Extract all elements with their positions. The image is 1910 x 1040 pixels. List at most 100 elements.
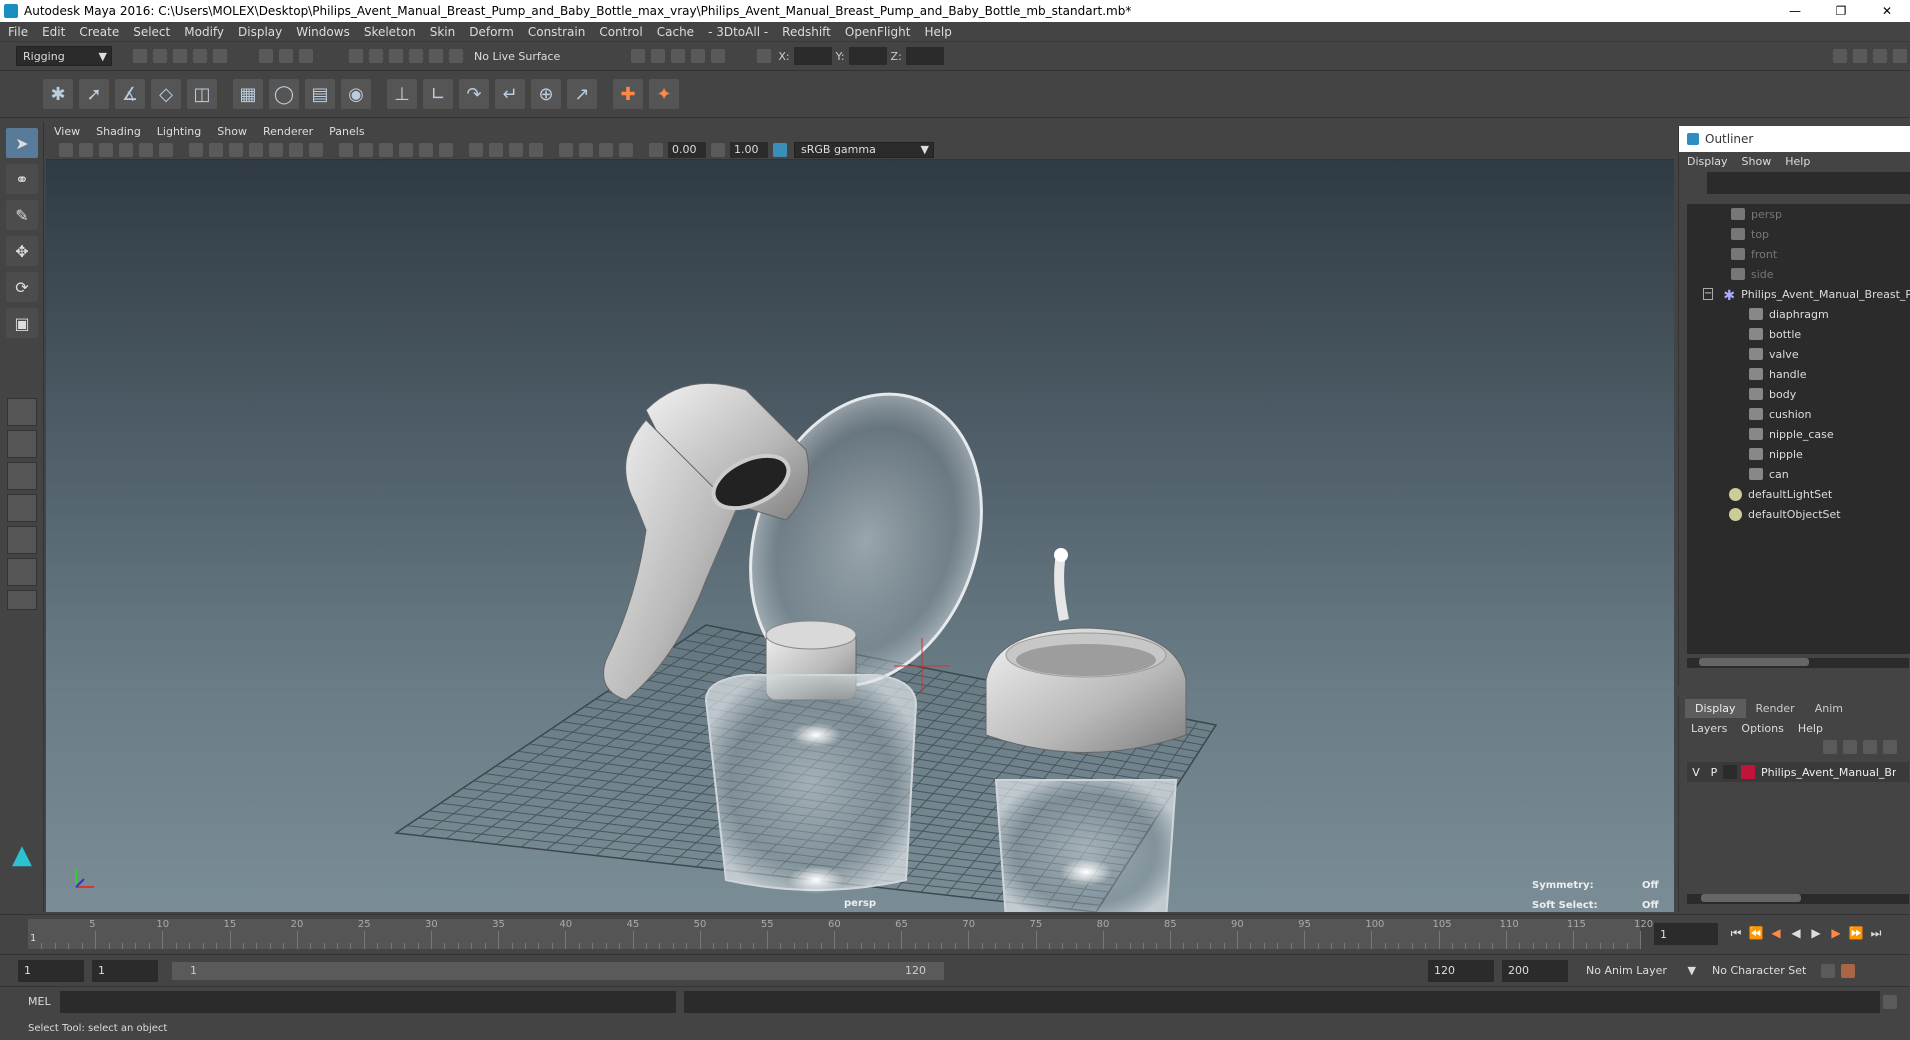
gamma-field[interactable]: 1.00 xyxy=(730,141,768,158)
current-frame-field[interactable]: 1 xyxy=(1654,923,1718,945)
xray-components-icon[interactable] xyxy=(619,142,633,157)
playback-start-field[interactable]: 1 xyxy=(92,959,158,982)
ik-handle-icon[interactable]: ➚ xyxy=(79,79,109,109)
play-forward-icon[interactable]: ▶ xyxy=(1806,923,1826,943)
layer-h-scrollbar[interactable] xyxy=(1687,894,1909,904)
outliner-menu-display[interactable]: Display xyxy=(1687,155,1728,168)
layout-outliner-persp-icon[interactable] xyxy=(7,526,37,554)
layer-menu-layers[interactable]: Layers xyxy=(1691,722,1727,735)
orient-constraint-icon[interactable]: ↵ xyxy=(495,79,525,109)
render-view-icon[interactable] xyxy=(631,49,646,63)
layout-two-side-icon[interactable] xyxy=(7,462,37,490)
play-backward-icon[interactable]: ◀ xyxy=(1786,923,1806,943)
save-scene-icon[interactable] xyxy=(173,49,187,63)
list-item[interactable]: front xyxy=(1687,244,1910,264)
snap-point-icon[interactable] xyxy=(389,49,403,63)
character-set-dropdown[interactable]: No Character Set xyxy=(1706,960,1818,981)
field-chart-icon[interactable] xyxy=(269,142,283,157)
redo-icon[interactable] xyxy=(213,49,227,63)
exposure-icon[interactable] xyxy=(649,142,663,157)
wireframe-on-shaded-icon[interactable] xyxy=(379,142,393,157)
collapse-icon[interactable]: − xyxy=(1703,288,1714,300)
ambient-occlusion-icon[interactable] xyxy=(469,142,483,157)
menu-create[interactable]: Create xyxy=(79,25,119,39)
menu-windows[interactable]: Windows xyxy=(296,25,350,39)
make-live-icon[interactable] xyxy=(449,49,463,63)
select-object-icon[interactable] xyxy=(279,49,293,63)
layout-two-stacked-icon[interactable] xyxy=(7,494,37,522)
step-back-frame-icon[interactable]: ◀ xyxy=(1766,923,1786,943)
motion-blur-icon[interactable] xyxy=(489,142,503,157)
cluster-icon[interactable]: ◯ xyxy=(269,79,299,109)
hypershade-icon[interactable] xyxy=(711,49,726,63)
anim-layer-dropdown[interactable]: No Anim Layer ▼ xyxy=(1580,960,1698,981)
sculpt-deformer-icon[interactable]: ◉ xyxy=(341,79,371,109)
time-slider[interactable]: 1 5 10 15 20 25 30 35 40 45 50 55 60 65 70 75 80 85 90 95 1… xyxy=(0,914,1910,954)
layout-graph-icon[interactable] xyxy=(7,558,37,586)
color-management-icon[interactable] xyxy=(773,142,787,157)
ipr-render-icon[interactable] xyxy=(671,49,686,63)
film-gate-icon[interactable] xyxy=(209,142,223,157)
list-item[interactable]: can xyxy=(1687,464,1910,484)
viewport-menu-view[interactable]: View xyxy=(54,125,80,138)
safe-action-icon[interactable] xyxy=(289,142,303,157)
depth-of-field-icon[interactable] xyxy=(529,142,543,157)
open-scene-icon[interactable] xyxy=(153,49,167,63)
wrap-deformer-icon[interactable]: ▤ xyxy=(305,79,335,109)
list-item[interactable]: − ✱ Philips_Avent_Manual_Breast_Pu xyxy=(1687,284,1910,304)
rotate-tool-icon[interactable]: ⟳ xyxy=(6,272,38,302)
tab-anim[interactable]: Anim xyxy=(1805,699,1853,718)
move-layer-up-icon[interactable] xyxy=(1823,740,1837,754)
resolution-gate-icon[interactable] xyxy=(229,142,243,157)
bind-skin-icon[interactable]: ⊥ xyxy=(387,79,417,109)
outliner-menu-show[interactable]: Show xyxy=(1742,155,1772,168)
parent-constraint-icon[interactable]: ∟ xyxy=(423,79,453,109)
menu-file[interactable]: File xyxy=(8,25,28,39)
list-item[interactable]: handle xyxy=(1687,364,1910,384)
layout-four-icon[interactable] xyxy=(7,430,37,458)
lasso-tool-icon[interactable]: ⚭ xyxy=(6,164,38,194)
list-item[interactable]: cushion xyxy=(1687,404,1910,424)
grid-toggle-icon[interactable] xyxy=(189,142,203,157)
step-back-key-icon[interactable]: ⏪ xyxy=(1746,923,1766,943)
z-field[interactable] xyxy=(905,47,944,65)
undo-icon[interactable] xyxy=(193,49,207,63)
close-button[interactable]: ✕ xyxy=(1864,0,1910,22)
maya-home-icon[interactable]: ▲ xyxy=(6,840,38,870)
list-item[interactable]: diaphragm xyxy=(1687,304,1910,324)
pole-vector-icon[interactable]: ↗ xyxy=(567,79,597,109)
new-layer-icon[interactable] xyxy=(1863,740,1877,754)
list-item[interactable]: persp xyxy=(1687,204,1910,224)
menuset-dropdown[interactable]: Rigging ▼ xyxy=(16,46,112,66)
snap-grid-icon[interactable] xyxy=(349,49,363,63)
menu-skeleton[interactable]: Skeleton xyxy=(364,25,416,39)
list-item[interactable]: top xyxy=(1687,224,1910,244)
list-item[interactable]: defaultLightSet xyxy=(1687,484,1910,504)
textured-icon[interactable] xyxy=(399,142,413,157)
list-item[interactable]: nipple xyxy=(1687,444,1910,464)
gamma-icon[interactable] xyxy=(711,142,725,157)
layer-color-swatch[interactable] xyxy=(1741,765,1755,779)
new-scene-icon[interactable] xyxy=(133,49,147,63)
menu-openflight[interactable]: OpenFlight xyxy=(845,25,911,39)
layout-custom-icon[interactable] xyxy=(7,590,37,610)
layer-menu-help[interactable]: Help xyxy=(1798,722,1823,735)
isolate-select-icon[interactable] xyxy=(559,142,573,157)
auto-key-icon[interactable] xyxy=(1821,963,1835,978)
camera-select-icon[interactable] xyxy=(59,142,73,157)
x-field[interactable] xyxy=(793,47,832,65)
menu-modify[interactable]: Modify xyxy=(184,25,224,39)
layer-type-toggle[interactable] xyxy=(1723,765,1737,779)
smooth-shade-icon[interactable] xyxy=(359,142,373,157)
mel-label[interactable]: MEL xyxy=(0,995,60,1008)
lattice-icon[interactable]: ▦ xyxy=(233,79,263,109)
safe-title-icon[interactable] xyxy=(309,142,323,157)
select-hierarchy-icon[interactable] xyxy=(259,49,273,63)
step-forward-key-icon[interactable]: ⏩ xyxy=(1846,923,1866,943)
step-forward-frame-icon[interactable]: ▶ xyxy=(1826,923,1846,943)
menu-control[interactable]: Control xyxy=(599,25,642,39)
tab-display[interactable]: Display xyxy=(1685,699,1746,718)
outliner-h-scrollbar[interactable] xyxy=(1687,658,1909,668)
move-layer-down-icon[interactable] xyxy=(1843,740,1857,754)
go-to-end-icon[interactable]: ⏭ xyxy=(1866,923,1886,943)
